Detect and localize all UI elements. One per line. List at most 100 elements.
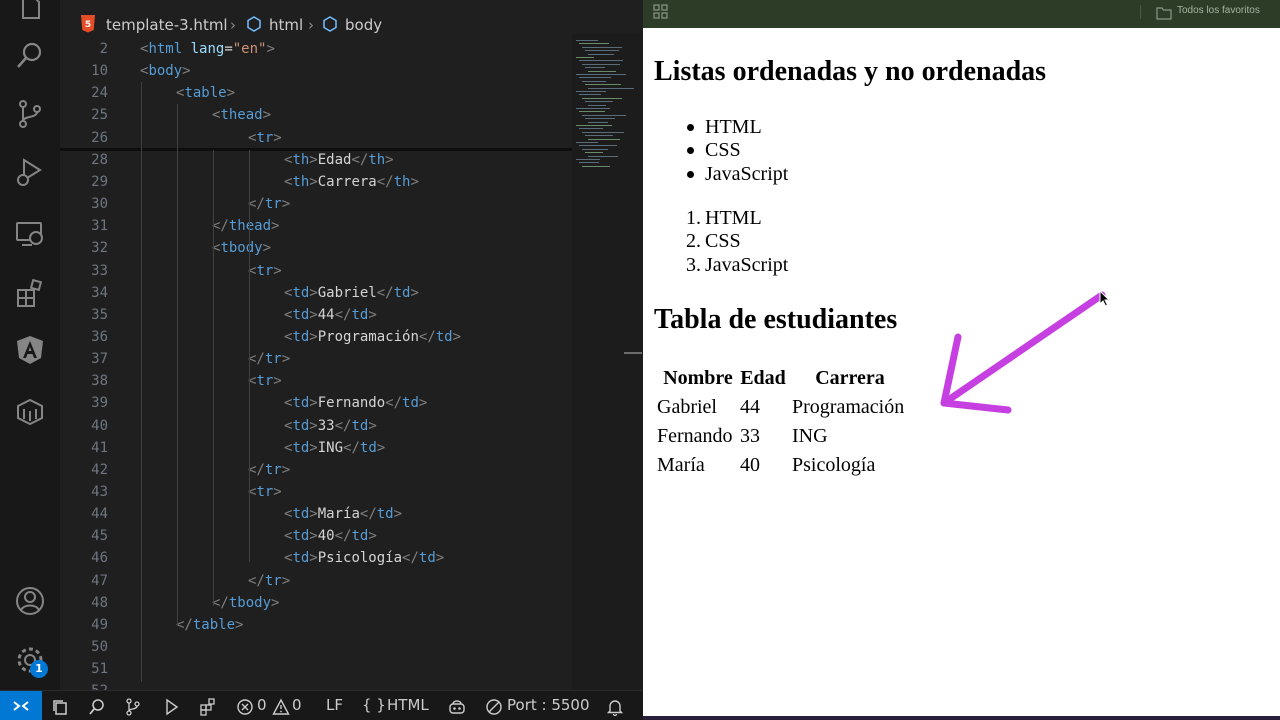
- minimap-line: [576, 40, 598, 41]
- code-line[interactable]: 43 <tr>: [60, 481, 572, 503]
- live-server-icon[interactable]: [485, 697, 503, 715]
- minimap-line: [582, 46, 622, 48]
- all-bookmarks-link[interactable]: Todos los favoritos: [1177, 0, 1260, 22]
- code-line[interactable]: 32 <tbody>: [60, 237, 572, 259]
- indent-guide: [213, 150, 214, 606]
- code-token: >: [309, 439, 318, 456]
- code-token: tr: [264, 196, 282, 213]
- settings-notification-badge: 1: [30, 660, 48, 678]
- code-line[interactable]: 47 </tr>: [60, 570, 572, 592]
- line-ending-button[interactable]: LF: [326, 691, 343, 719]
- minimap-line: [576, 74, 626, 75]
- apps-grid-icon[interactable]: [653, 4, 669, 20]
- code-line[interactable]: 49 </table>: [60, 614, 572, 636]
- line-number: 34: [91, 284, 108, 301]
- code-text: <th>Carrera</th>: [284, 171, 419, 193]
- table-cell: Gabriel: [657, 396, 717, 418]
- minimap[interactable]: [572, 34, 642, 690]
- code-line[interactable]: 37 </tr>: [60, 348, 572, 370]
- code-line[interactable]: 39 <td>Fernando</td>: [60, 392, 572, 414]
- code-line[interactable]: 25 <thead>: [60, 104, 572, 126]
- copilot-icon[interactable]: [448, 697, 466, 715]
- code-token: >: [368, 528, 377, 545]
- code-line[interactable]: 40 <td>33</td>: [60, 415, 572, 437]
- explorer-icon[interactable]: [14, 0, 46, 24]
- line-number: 48: [91, 594, 108, 611]
- code-line[interactable]: 10 <body>: [60, 60, 572, 82]
- code-line[interactable]: 29 <th>Carrera</th>: [60, 171, 572, 193]
- code-token: Gabriel: [317, 284, 377, 301]
- code-text: <th>Edad</th>: [284, 149, 394, 171]
- source-control-icon[interactable]: [14, 98, 46, 130]
- folder-icon[interactable]: [1156, 5, 1172, 20]
- table-header-cell: Edad: [740, 367, 786, 389]
- code-line[interactable]: 34 <td>Gabriel</td>: [60, 282, 572, 304]
- extensions-icon[interactable]: [14, 278, 46, 310]
- scrollbar-thumb[interactable]: [624, 352, 642, 354]
- code-token: >: [393, 506, 403, 523]
- code-line[interactable]: 35 <td>44</td>: [60, 304, 572, 326]
- line-number: 36: [91, 328, 108, 345]
- code-text: <html lang="en">: [140, 38, 275, 60]
- table-cell: 44: [740, 396, 760, 418]
- code-line[interactable]: 2 <html lang="en">: [60, 38, 572, 60]
- code-token: >: [273, 262, 282, 279]
- code-line[interactable]: 48 </tbody>: [60, 592, 572, 614]
- code-editor[interactable]: 5 template-3.html › html › body 2 <html l…: [60, 0, 642, 690]
- line-number: 37: [91, 351, 108, 368]
- table-cell: Psicología: [792, 454, 876, 476]
- remote-indicator-button[interactable]: [0, 691, 42, 720]
- remote-explorer-icon[interactable]: [14, 218, 46, 250]
- language-mode-button[interactable]: HTML: [387, 691, 429, 719]
- code-line[interactable]: 31 </thead>: [60, 215, 572, 237]
- angular-icon[interactable]: [14, 334, 46, 366]
- code-line[interactable]: 42 </tr>: [60, 459, 572, 481]
- breadcrumb-html[interactable]: html: [269, 12, 303, 38]
- code-token: </: [176, 616, 193, 633]
- line-number: 43: [91, 484, 108, 500]
- breadcrumb-file[interactable]: template-3.html: [106, 12, 228, 38]
- code-line[interactable]: 51: [60, 658, 572, 680]
- notifications-bell-icon[interactable]: [606, 697, 624, 717]
- code-token: >: [281, 461, 291, 478]
- code-line[interactable]: 50: [60, 636, 572, 658]
- minimap-line: [585, 118, 615, 120]
- code-line[interactable]: 41 <td>ING</td>: [60, 437, 572, 459]
- code-line[interactable]: 26 <tr>: [60, 127, 572, 149]
- warning-icon[interactable]: [272, 697, 290, 715]
- code-line[interactable]: 36 <td>Programación</td>: [60, 326, 572, 348]
- extensions-icon[interactable]: [199, 697, 217, 716]
- accounts-icon[interactable]: [14, 585, 46, 617]
- error-icon[interactable]: [236, 697, 254, 715]
- code-line[interactable]: 52: [60, 680, 572, 690]
- minimap-line: [588, 87, 634, 89]
- docker-icon[interactable]: [14, 396, 46, 428]
- copy-icon[interactable]: [51, 697, 69, 715]
- code-token: 40: [317, 528, 335, 545]
- code-line[interactable]: 28 <th>Edad</th>: [60, 149, 572, 171]
- error-count[interactable]: 0: [257, 691, 267, 719]
- line-number: 50: [91, 639, 108, 656]
- source-control-icon[interactable]: [124, 697, 142, 716]
- live-server-port[interactable]: Port : 5500: [507, 691, 590, 719]
- minimap-line: [588, 138, 620, 140]
- code-line[interactable]: 45 <td>40</td>: [60, 525, 572, 547]
- code-token: td: [292, 284, 310, 301]
- code-line[interactable]: 38 <tr>: [60, 370, 572, 392]
- search-icon[interactable]: [88, 697, 106, 715]
- code-token: >: [309, 506, 318, 523]
- code-line[interactable]: 44 <td>María</td>: [60, 503, 572, 525]
- code-line[interactable]: 30 </tr>: [60, 193, 572, 215]
- search-icon[interactable]: [14, 40, 46, 72]
- code-line[interactable]: 33 <tr>: [60, 260, 572, 282]
- minimap-line: [585, 101, 613, 103]
- run-debug-icon[interactable]: [161, 697, 179, 716]
- code-line[interactable]: 24 <table>: [60, 82, 572, 104]
- ordered-list-item: HTML: [705, 207, 762, 229]
- breadcrumb-body[interactable]: body: [345, 12, 382, 38]
- warning-count[interactable]: 0: [292, 691, 302, 719]
- run-debug-icon[interactable]: [14, 156, 46, 188]
- code-token: table: [192, 616, 236, 633]
- code-line[interactable]: 46 <td>Psicología</td>: [60, 547, 572, 569]
- code-token: table: [184, 85, 227, 102]
